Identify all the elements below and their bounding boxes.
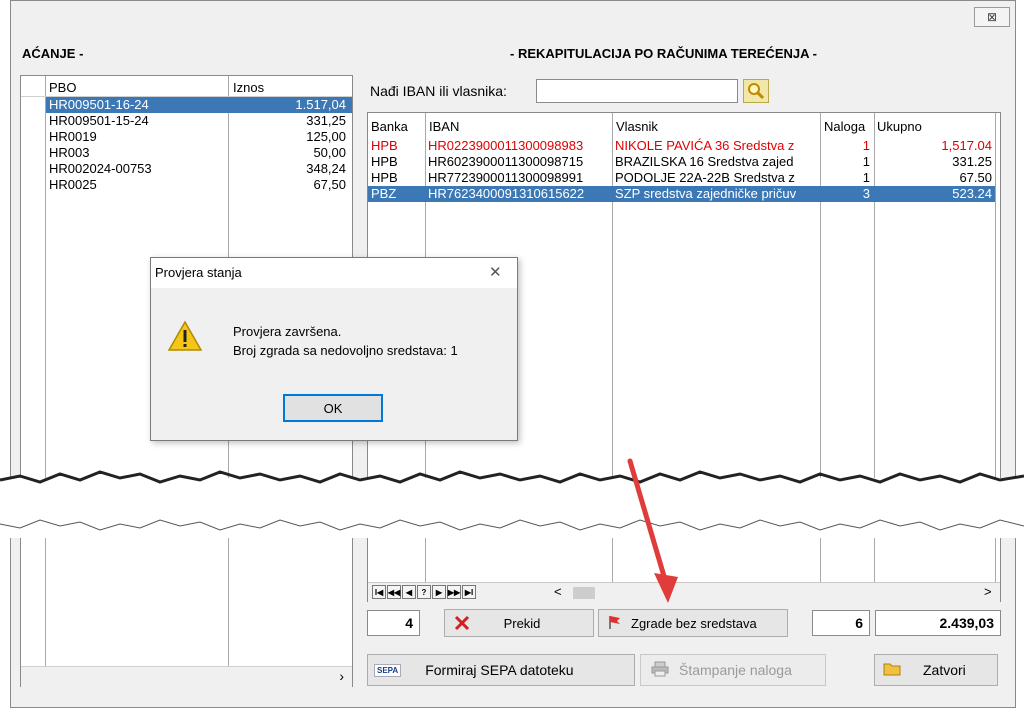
row-vlasnik: NIKOLE PAVIĆA 36 Sredstva z (615, 138, 795, 153)
row-banka: PBZ (371, 186, 397, 201)
dialog-message-line1: Provjera završena. (233, 324, 342, 339)
table-row[interactable]: HR0019 125,00 (46, 129, 352, 145)
table-row[interactable]: HR009501-15-24 331,25 (46, 113, 352, 129)
table-row[interactable]: HR009501-16-24 1.517,04 (46, 97, 352, 113)
row-iznos: 50,00 (313, 145, 346, 160)
provjera-stanja-dialog: Provjera stanja ✕ Provjera završena. Bro… (150, 257, 518, 441)
row-ukupno: 67.50 (959, 170, 992, 185)
dialog-title-bar: Provjera stanja ✕ (151, 258, 517, 288)
stampanje-naloga-button[interactable]: Štampanje naloga (640, 654, 826, 686)
table-row[interactable]: HPB HR0223900011300098983 NIKOLE PAVIĆA … (368, 138, 995, 154)
row-naloga: 1 (862, 170, 870, 185)
row-iban: HR0223900011300098983 (428, 138, 584, 153)
row-pbo: HR003 (49, 145, 90, 160)
row-iznos: 348,24 (306, 161, 346, 176)
row-iban: HR6023900011300098715 (428, 154, 584, 169)
row-banka: HPB (371, 154, 398, 169)
nav-prev-page-button[interactable]: ◀◀ (387, 585, 401, 599)
row-iznos: 125,00 (306, 129, 346, 144)
row-naloga: 3 (862, 186, 870, 201)
annotation-arrow-icon (627, 458, 678, 603)
row-banka: HPB (371, 138, 398, 153)
row-vlasnik: PODOLJE 22A-22B Sredstva z (615, 170, 795, 185)
row-vlasnik: BRAZILSKA 16 Sredstva zajed (615, 154, 794, 169)
total-box: 2.439,03 (875, 610, 1001, 636)
scroll-right-arrow[interactable]: › (339, 668, 344, 684)
dialog-close-icon[interactable]: ✕ (489, 263, 502, 281)
column-header-iban[interactable]: IBAN (429, 119, 459, 134)
table-row[interactable]: PBZ HR7623400091310615622 SZP sredstva z… (368, 186, 995, 202)
search-input[interactable] (536, 79, 738, 103)
row-pbo: HR009501-15-24 (49, 113, 149, 128)
row-iban: HR7623400091310615622 (428, 186, 585, 201)
nav-next-page-button[interactable]: ▶▶ (447, 585, 461, 599)
scroll-left-arrow[interactable]: < (554, 584, 562, 599)
sepa-label: Formiraj SEPA datoteku (425, 662, 574, 678)
window-close-button[interactable]: ⊠ (974, 7, 1010, 27)
prekid-label: Prekid (503, 615, 541, 631)
row-pbo: HR0025 (49, 177, 97, 192)
column-header-iznos[interactable]: Iznos (233, 80, 264, 95)
row-ukupno: 331.25 (952, 154, 992, 169)
zatvori-button[interactable]: Zatvori (874, 654, 998, 686)
nav-prev-button[interactable]: ◀ (402, 585, 416, 599)
right-count-box: 6 (812, 610, 870, 636)
row-iznos: 331,25 (306, 113, 346, 128)
zatvori-label: Zatvori (923, 662, 966, 678)
column-header-banka[interactable]: Banka (371, 119, 408, 134)
grid-navigator-bar: I◀ ◀◀ ◀ ? ▶ ▶▶ ▶I < > (368, 582, 1000, 602)
table-row[interactable]: HR0025 67,50 (46, 177, 352, 193)
column-header-ukupno[interactable]: Ukupno (877, 119, 922, 134)
search-icon (748, 83, 765, 100)
row-pbo: HR0019 (49, 129, 97, 144)
sepa-icon: SEPA (374, 663, 402, 677)
column-header-vlasnik[interactable]: Vlasnik (616, 119, 658, 134)
stampanje-label: Štampanje naloga (679, 662, 792, 678)
scroll-thumb[interactable] (573, 587, 595, 599)
flag-icon (607, 614, 623, 633)
record-navigator: I◀ ◀◀ ◀ ? ▶ ▶▶ ▶I (372, 585, 476, 599)
row-naloga: 1 (862, 138, 870, 153)
row-iznos: 1.517,04 (295, 97, 346, 112)
nav-last-button[interactable]: ▶I (462, 585, 476, 599)
formiraj-sepa-button[interactable]: SEPA Formiraj SEPA datoteku (367, 654, 635, 686)
row-ukupno: 1,517.04 (941, 138, 992, 153)
row-pbo: HR009501-16-24 (49, 97, 149, 112)
scroll-right-arrow[interactable]: > (984, 584, 992, 599)
printer-icon (651, 661, 669, 680)
left-count-box: 4 (367, 610, 420, 636)
right-panel-title: - REKAPITULACIJA PO RAČUNIMA TEREĆENJA - (510, 46, 817, 61)
folder-icon (883, 661, 901, 680)
table-row[interactable]: HR002024-00753 348,24 (46, 161, 352, 177)
row-ukupno: 523.24 (952, 186, 992, 201)
nav-first-button[interactable]: I◀ (372, 585, 386, 599)
nav-next-button[interactable]: ▶ (432, 585, 446, 599)
row-iznos: 67,50 (313, 177, 346, 192)
row-banka: HPB (371, 170, 398, 185)
column-header-naloga[interactable]: Naloga (824, 119, 865, 134)
table-row[interactable]: HPB HR6023900011300098715 BRAZILSKA 16 S… (368, 154, 995, 170)
prekid-button[interactable]: Prekid (444, 609, 594, 637)
search-label: Nađi IBAN ili vlasnika: (370, 83, 507, 99)
dialog-title: Provjera stanja (155, 265, 242, 280)
left-panel-title: AĆANJE - (22, 46, 84, 61)
row-pbo: HR002024-00753 (49, 161, 152, 176)
cancel-x-icon (453, 614, 471, 632)
table-row[interactable]: HR003 50,00 (46, 145, 352, 161)
nav-info-button[interactable]: ? (417, 585, 431, 599)
row-naloga: 1 (862, 154, 870, 169)
horizontal-scrollbar[interactable]: › (21, 666, 352, 687)
row-vlasnik: SZP sredstva zajedničke pričuv (615, 186, 797, 201)
search-button[interactable] (743, 79, 769, 103)
warning-icon (167, 320, 203, 351)
column-header-pbo[interactable]: PBO (49, 80, 76, 95)
row-iban: HR7723900011300098991 (428, 170, 584, 185)
zgrade-label: Zgrade bez sredstava (631, 615, 757, 631)
dialog-message-line2: Broj zgrada sa nedovoljno sredstava: 1 (233, 343, 458, 358)
table-row[interactable]: HPB HR7723900011300098991 PODOLJE 22A-22… (368, 170, 995, 186)
torn-edge-decoration (0, 470, 1024, 531)
ok-button[interactable]: OK (283, 394, 383, 422)
